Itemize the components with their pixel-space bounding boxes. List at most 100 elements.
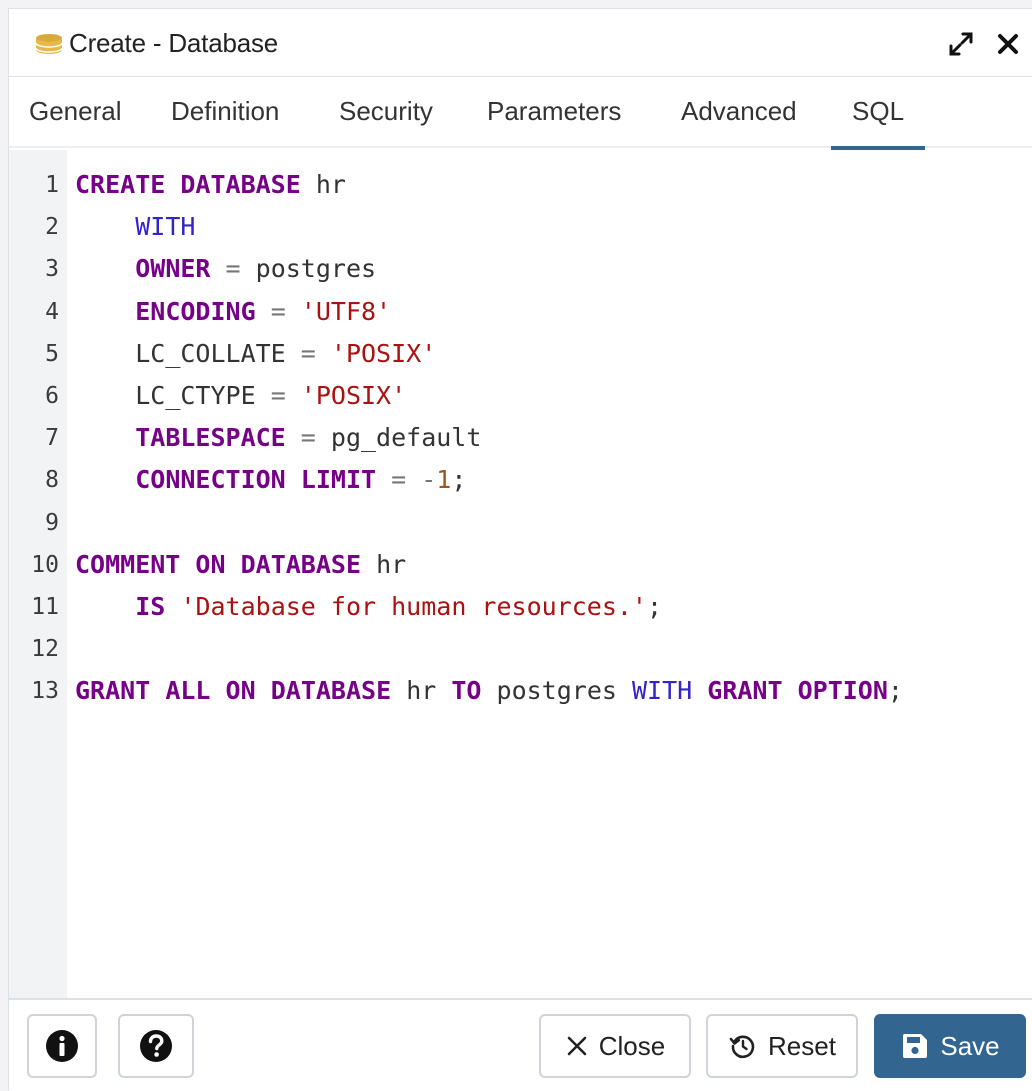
line-number: 3 (45, 256, 59, 283)
database-icon (35, 34, 63, 54)
code-token: 'Database for human resources.' (180, 592, 647, 621)
line-number: 1 (45, 172, 59, 198)
reset-icon (729, 1035, 755, 1059)
tab-definition[interactable]: Definition (171, 78, 279, 148)
code-token: OPTION (797, 676, 888, 706)
close-button[interactable]: Close (539, 1014, 691, 1078)
tab-sql[interactable]: SQL (830, 78, 926, 150)
line-code: GRANT ALL ON DATABASE hr TO postgres WIT… (75, 670, 903, 712)
line-number: 7 (45, 425, 59, 452)
help-icon (140, 1030, 172, 1062)
sql-editor[interactable]: 1 CREATE DATABASE hr 2 WITH 3 OWNER = postg… (9, 150, 1032, 998)
help-button[interactable] (118, 1014, 194, 1078)
code-token: DATABASE (180, 170, 301, 199)
tab-advanced[interactable]: Advanced (681, 78, 797, 148)
code-token: postgres (255, 254, 377, 284)
code-token: CREATE (75, 170, 166, 199)
code-token: ; (887, 676, 903, 706)
code-token: ON (225, 676, 256, 706)
code-token: = (255, 381, 301, 410)
line-number: 9 (45, 509, 59, 536)
code-token: - (421, 465, 437, 495)
line-number: 10 (31, 551, 59, 578)
save-icon (903, 1034, 928, 1058)
tab-general[interactable]: General (29, 78, 122, 148)
save-button[interactable]: Save (874, 1014, 1026, 1078)
code-token: GRANT (75, 676, 151, 706)
close-icon[interactable] (995, 31, 1021, 57)
code-token: CONNECTION (135, 465, 286, 495)
line-number: 5 (45, 340, 59, 367)
code-token: TABLESPACE (135, 423, 286, 453)
code-token: ON (195, 549, 226, 579)
code-token: OWNER (135, 254, 211, 284)
code-token: 'POSIX' (330, 338, 437, 368)
line-number: 6 (45, 383, 59, 409)
line-code: IS 'Database for human resources.'; (75, 586, 662, 628)
line-code: OWNER = postgres (75, 248, 376, 290)
create-database-dialog: Create - Database General Definition Sec… (8, 8, 1032, 1091)
code-token: LC_CTYPE (135, 381, 256, 410)
line-code: CREATE DATABASE hr (75, 164, 346, 206)
code-token: ; (451, 465, 467, 495)
code-token: GRANT (707, 676, 783, 706)
code-token: hr (391, 676, 452, 706)
dialog-footer: Close Reset Save (9, 998, 1032, 1091)
line-code: WITH (75, 206, 195, 248)
code-token: ALL (165, 676, 211, 706)
code-token: ; (646, 592, 663, 621)
tab-parameters[interactable]: Parameters (487, 78, 621, 148)
close-x-icon (567, 1036, 587, 1056)
line-code: CONNECTION LIMIT = -1; (75, 459, 466, 501)
expand-icon[interactable] (947, 30, 975, 58)
line-code: TABLESPACE = pg_default (75, 417, 481, 459)
code-token: = (376, 465, 422, 495)
line-number: 4 (45, 298, 59, 325)
line-code: COMMENT ON DATABASE hr (75, 544, 406, 586)
line-number: 8 (45, 467, 59, 494)
info-button[interactable] (27, 1014, 97, 1078)
line-number: 2 (45, 214, 59, 241)
code-token: pg_default (330, 423, 482, 453)
code-token: = (210, 254, 256, 284)
info-icon (46, 1030, 78, 1062)
reset-button[interactable]: Reset (706, 1014, 858, 1078)
code-token: = (285, 338, 331, 368)
code-token: WITH (631, 676, 693, 706)
line-code: LC_CTYPE = 'POSIX' (75, 375, 406, 417)
code-token: hr (300, 170, 346, 199)
code-token: TO (451, 676, 482, 706)
code-token: DATABASE (270, 676, 392, 706)
code-token: 'UTF8' (300, 296, 392, 326)
line-number: 12 (31, 636, 59, 663)
code-token: IS (135, 592, 166, 621)
code-token: = (255, 296, 301, 326)
dialog-title: Create - Database (69, 28, 279, 58)
code-token: postgres (481, 676, 632, 706)
code-token: 1 (436, 465, 452, 495)
code-token: DATABASE (240, 549, 362, 579)
dialog-titlebar[interactable]: Create - Database (9, 9, 1032, 77)
line-code: ENCODING = 'UTF8' (75, 291, 391, 333)
save-button-label: Save (940, 1030, 1000, 1061)
code-token: LIMIT (300, 465, 377, 495)
code-token: WITH (135, 212, 196, 242)
tab-security[interactable]: Security (339, 78, 433, 148)
